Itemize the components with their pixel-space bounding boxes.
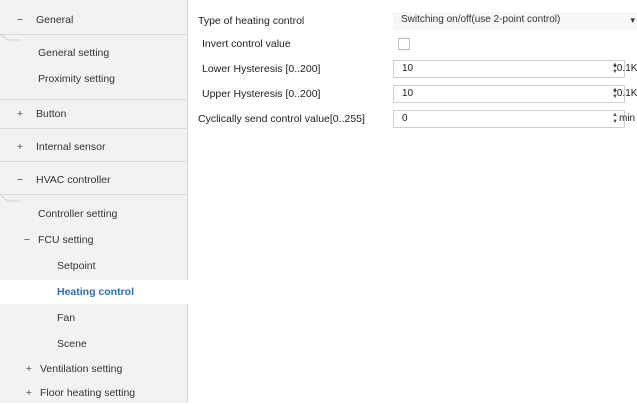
invert-control-checkbox[interactable] [398,38,410,50]
sidebar-item-heating-control[interactable]: Heating control [57,281,134,303]
tree-group-label: General [36,14,74,26]
collapse-icon[interactable]: − [15,6,25,34]
expand-icon[interactable]: + [24,358,34,380]
param-row-upper-hysteresis: Upper Hysteresis [0..200] 10 ▲ ▼ *0.1K [188,83,637,105]
param-row-heating-type: Type of heating control Switching on/off… [188,10,637,32]
tree-group-label: HVAC controller [36,174,111,186]
input-value: 0 [402,113,408,124]
expand-icon[interactable]: + [15,100,25,128]
param-label: Invert control value [202,38,291,50]
sidebar-item-label: FCU setting [38,234,94,246]
input-value: 10 [402,63,414,74]
sidebar-tree: − General General setting Proximity sett… [0,0,189,404]
unit-label: *0.1K [613,63,637,74]
sidebar-item-label: Ventilation setting [40,363,123,375]
unit-label: min [619,113,636,124]
param-label: Cyclically send control value[0..255] [198,113,365,125]
param-row-lower-hysteresis: Lower Hysteresis [0..200] 10 ▲ ▼ *0.1K [188,58,637,80]
expand-icon[interactable]: + [24,382,34,404]
tree-group-general[interactable]: − General [0,6,188,35]
param-label: Lower Hysteresis [0..200] [202,63,321,75]
param-row-invert: Invert control value [188,33,637,55]
tree-connector-icon [0,195,20,202]
sidebar-item-controller-setting[interactable]: Controller setting [38,203,117,225]
sidebar-item-setpoint[interactable]: Setpoint [57,255,96,277]
input-value: 10 [402,88,414,99]
cyclic-send-input[interactable]: 0 ▲ ▼ [393,110,625,128]
param-label: Type of heating control [198,15,305,27]
sidebar-item-label: Floor heating setting [40,387,136,399]
select-value: Switching on/off(use 2-point control) [401,14,561,25]
param-row-cyclic-send: Cyclically send control value[0..255] 0 … [188,108,637,130]
tree-group-label: Internal sensor [36,141,106,153]
lower-hysteresis-input[interactable]: 10 ▲ ▼ [393,60,625,78]
tree-group-button[interactable]: + Button [0,99,188,129]
upper-hysteresis-input[interactable]: 10 ▲ ▼ [393,85,625,103]
heating-type-select[interactable]: Switching on/off(use 2-point control) ▾ [393,12,637,30]
collapse-icon[interactable]: − [15,166,25,194]
param-label: Upper Hysteresis [0..200] [202,88,321,100]
parameter-panel: Type of heating control Switching on/off… [188,0,637,403]
tree-group-internal-sensor[interactable]: + Internal sensor [0,133,188,162]
sidebar-item-ventilation-setting[interactable]: + Ventilation setting [26,358,123,380]
tree-group-hvac-controller[interactable]: − HVAC controller [0,166,188,195]
sidebar-item-general-setting[interactable]: General setting [38,42,109,64]
unit-label: *0.1K [613,88,637,99]
sidebar-item-proximity-setting[interactable]: Proximity setting [38,68,115,90]
sidebar-item-fcu-setting[interactable]: − FCU setting [24,229,94,251]
sidebar-item-fan[interactable]: Fan [57,307,75,329]
tree-group-label: Button [36,108,67,120]
tree-connector-icon [0,34,20,41]
dropdown-arrow-icon[interactable]: ▾ [630,12,635,28]
expand-icon[interactable]: + [15,133,25,161]
sidebar-item-scene[interactable]: Scene [57,333,87,355]
spinner-icon[interactable]: ▲ ▼ [612,112,618,126]
collapse-icon[interactable]: − [22,229,32,251]
sidebar-item-floor-heating-setting[interactable]: + Floor heating setting [26,382,136,404]
